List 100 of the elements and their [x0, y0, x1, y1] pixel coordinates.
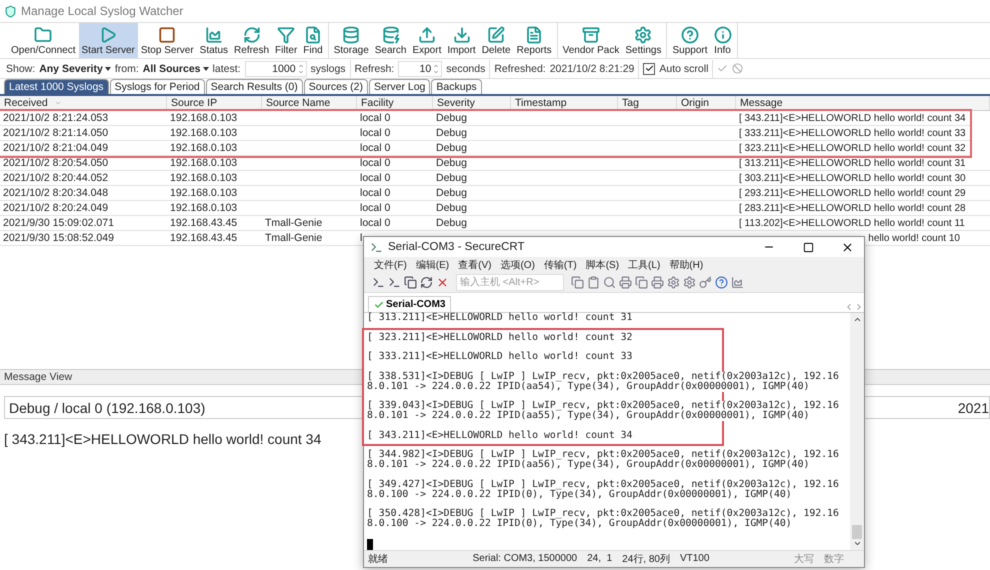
toolbar-icon[interactable]: [372, 276, 385, 290]
table-cell: hello world! count 10: [868, 232, 960, 244]
window-title: Manage Local Syslog Watcher: [21, 4, 184, 18]
toolbar-icon[interactable]: [404, 276, 417, 290]
toolbar-icon[interactable]: [731, 276, 744, 290]
toolbar-button[interactable]: Vendor Pack: [560, 23, 622, 58]
column-header[interactable]: Tag: [622, 97, 639, 109]
toolbar-icon[interactable]: [619, 276, 632, 290]
check-icon[interactable]: [717, 63, 728, 74]
toolbar-button[interactable]: Storage: [330, 23, 372, 58]
toolbar-button[interactable]: Info: [710, 23, 735, 58]
table-cell: 192.168.43.45: [170, 232, 238, 244]
auto-scroll-label: Auto scroll: [659, 62, 708, 74]
severity-dropdown[interactable]: Any Severity: [39, 62, 103, 74]
close-icon: [840, 240, 854, 254]
sources-dropdown[interactable]: All Sources: [142, 62, 201, 74]
table-cell: local 0: [360, 217, 390, 229]
column-header[interactable]: Message: [740, 97, 783, 109]
tab[interactable]: Backups: [431, 79, 482, 94]
toolbar-icon[interactable]: [587, 276, 600, 290]
toolbar-button[interactable]: Support: [669, 23, 711, 58]
tab[interactable]: Server Log: [369, 79, 430, 94]
toolbar-icon[interactable]: [571, 276, 584, 290]
column-header[interactable]: Timestamp: [515, 97, 567, 109]
funnel-icon: [277, 26, 296, 44]
column-header[interactable]: Facility: [361, 97, 394, 109]
toolbar-icon[interactable]: [635, 276, 648, 290]
menu-item[interactable]: 查看(V): [458, 258, 492, 272]
toolbar-icon[interactable]: [436, 276, 449, 290]
table-cell: 192.168.0.103: [170, 202, 238, 214]
toolbar-button[interactable]: Reports: [514, 23, 555, 58]
tab[interactable]: Syslogs for Period: [110, 79, 205, 94]
settings-icon: [634, 26, 652, 44]
table-cell: Debug: [436, 217, 467, 229]
scrollbar[interactable]: [850, 313, 864, 550]
tab[interactable]: Sources (2): [304, 79, 368, 94]
toolbar-button[interactable]: Start Server: [78, 23, 138, 58]
table-cell: 192.168.0.103: [170, 142, 238, 154]
toolbar-button[interactable]: Delete: [478, 23, 514, 58]
shield-icon: [4, 4, 17, 18]
table-cell: [ 293.211]<E>HELLOWORLD hello world! count 29: [739, 188, 966, 198]
column-header[interactable]: Source Name: [266, 97, 330, 109]
table-cell: 2021/9/30 15:08:52.049: [3, 232, 114, 244]
tab[interactable]: Search Results (0): [206, 79, 303, 94]
toolbar-button[interactable]: Search: [372, 23, 410, 58]
column-header[interactable]: Severity: [437, 97, 475, 109]
toolbar-icon[interactable]: [683, 276, 696, 290]
toolbar-icon[interactable]: [667, 276, 680, 290]
toolbar-icon[interactable]: [388, 276, 401, 290]
table-cell: 192.168.0.103: [170, 127, 238, 139]
table-cell: local 0: [360, 142, 390, 154]
toolbar-icon[interactable]: [651, 276, 664, 290]
menu-item[interactable]: 帮助(H): [669, 258, 704, 272]
menu-item[interactable]: 文件(F): [374, 258, 407, 272]
toolbar-button[interactable]: Settings: [622, 23, 664, 58]
host-field[interactable]: 输入主机 <Alt+R>: [456, 274, 564, 292]
menu-item[interactable]: 选项(O): [500, 258, 535, 272]
caret-icon[interactable]: [104, 66, 111, 70]
toolbar-icon[interactable]: [699, 276, 712, 290]
column-header[interactable]: Origin: [681, 97, 710, 109]
table-cell: 2021/10/2 8:21:24.053: [3, 112, 108, 124]
stop-icon: [158, 26, 176, 44]
column-header[interactable]: Source IP: [171, 97, 218, 109]
syslogs-label: syslogs: [310, 62, 346, 74]
toolbar-button[interactable]: Refresh: [231, 23, 272, 58]
refreshed-time: 2021/10/2 8:21:29: [550, 62, 634, 74]
menu-item[interactable]: 编辑(E): [416, 258, 450, 272]
tab[interactable]: Latest 1000 Syslogs: [4, 79, 109, 94]
table-cell: Tmall-Genie: [265, 232, 322, 244]
caret-icon[interactable]: [202, 66, 209, 70]
toolbar-icon[interactable]: [420, 276, 433, 290]
check-icon: [374, 300, 384, 310]
toolbar-button[interactable]: Import: [444, 23, 479, 58]
status-text: VT100: [680, 553, 710, 564]
cancel-icon[interactable]: [732, 63, 744, 74]
table-cell: [ 283.211]<E>HELLOWORLD hello world! count 28: [739, 202, 966, 214]
menu-item[interactable]: 传输(T): [544, 258, 577, 272]
table-cell: 2021/10/2 8:20:24.049: [3, 202, 108, 214]
session-tab[interactable]: Serial-COM3: [368, 296, 452, 312]
toolbar-button[interactable]: Status: [196, 23, 232, 58]
seconds-label: seconds: [446, 62, 486, 74]
toolbar-button[interactable]: Open/Connect: [8, 23, 78, 58]
toolbar-icon[interactable]: [603, 276, 616, 290]
toolbar-icon[interactable]: [715, 276, 728, 290]
toolbar-button[interactable]: Stop Server: [138, 23, 197, 58]
toolbar-button[interactable]: Filter: [272, 23, 300, 58]
toolbar-button[interactable]: Export: [409, 23, 444, 58]
toolbar-button[interactable]: Find: [300, 23, 326, 58]
table-cell: local 0: [360, 127, 390, 139]
table-cell: Debug: [436, 127, 467, 139]
column-header[interactable]: Received: [4, 97, 48, 109]
scroll-thumb[interactable]: [852, 524, 862, 539]
menu-item[interactable]: 脚本(S): [586, 258, 620, 272]
table-cell: 2021/9/30 15:09:02.071: [3, 217, 114, 229]
table-cell: Debug: [436, 112, 467, 124]
menu-item[interactable]: 工具(L): [628, 258, 660, 272]
latest-spinner[interactable]: 1000: [244, 60, 307, 76]
maximize-icon: [802, 242, 814, 252]
refresh-spinner[interactable]: 10: [398, 60, 442, 76]
auto-scroll-checkbox[interactable]: [643, 62, 656, 74]
